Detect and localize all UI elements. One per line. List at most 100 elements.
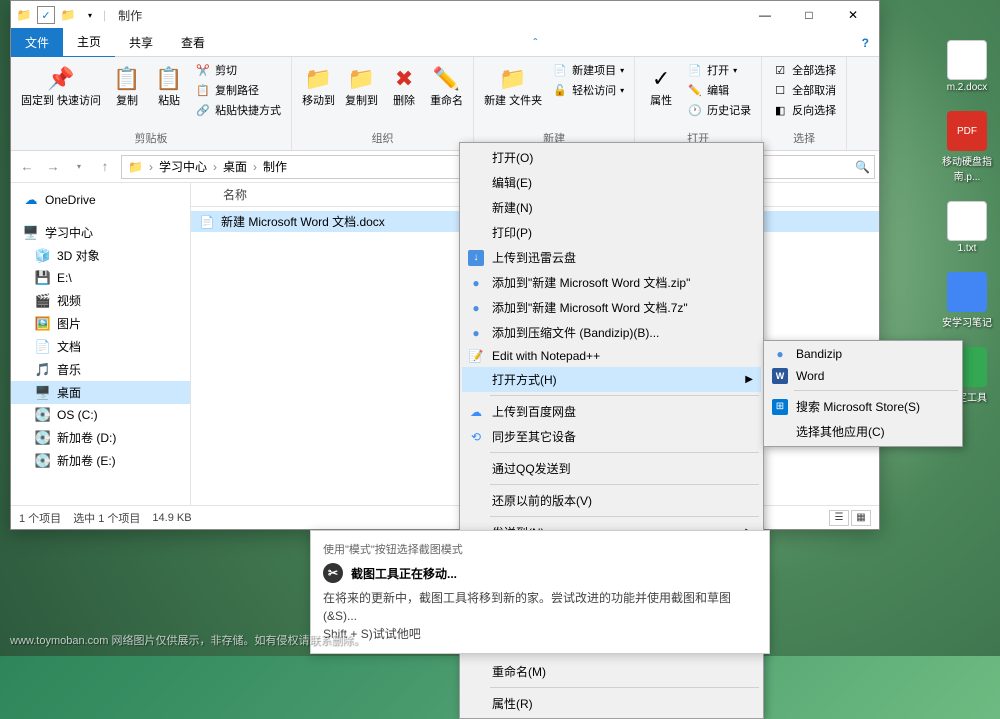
- close-button[interactable]: ✕: [831, 1, 875, 29]
- paste-button[interactable]: 📋粘贴: [151, 61, 187, 110]
- nav-documents[interactable]: 📄文档: [11, 335, 190, 358]
- ribbon-group-select: ☑全部选择 ☐全部取消 ◧反向选择 选择: [762, 57, 847, 150]
- invert-selection-button[interactable]: ◧反向选择: [770, 101, 838, 119]
- copy-path-button[interactable]: 📋复制路径: [193, 81, 283, 99]
- ctx-rename[interactable]: 重命名(M): [462, 659, 761, 684]
- forward-button[interactable]: →: [41, 155, 65, 179]
- ctx-sync[interactable]: ⟲同步至其它设备: [462, 424, 761, 449]
- bandizip-icon: ●: [468, 300, 484, 316]
- details-view-button[interactable]: ☰: [829, 510, 849, 526]
- ctx-notepadpp[interactable]: 📝Edit with Notepad++: [462, 345, 761, 367]
- ctx-new[interactable]: 新建(N): [462, 195, 761, 220]
- submenu-choose-other[interactable]: 选择其他应用(C): [766, 419, 960, 444]
- new-folder-button[interactable]: 📁新建 文件夹: [482, 61, 544, 110]
- tab-home[interactable]: 主页: [63, 27, 115, 58]
- nav-new-d[interactable]: 💽新加卷 (D:): [11, 426, 190, 449]
- properties-button[interactable]: ✓属性: [643, 61, 679, 110]
- nav-music[interactable]: 🎵音乐: [11, 358, 190, 381]
- ctx-edit[interactable]: 编辑(E): [462, 170, 761, 195]
- separator: [490, 452, 759, 453]
- ctx-qq[interactable]: 通过QQ发送到: [462, 456, 761, 481]
- separator: [490, 395, 759, 396]
- nav-desktop[interactable]: 🖥️桌面: [11, 381, 190, 404]
- nav-study-center[interactable]: 🖥️学习中心: [11, 221, 190, 244]
- delete-button[interactable]: ✖删除: [386, 61, 422, 110]
- paste-shortcut-button[interactable]: 🔗粘贴快捷方式: [193, 101, 283, 119]
- select-none-button[interactable]: ☐全部取消: [770, 81, 838, 99]
- pin-button[interactable]: 📌固定到 快速访问: [19, 61, 103, 110]
- ctx-print[interactable]: 打印(P): [462, 220, 761, 245]
- ctx-bandizip[interactable]: ●添加到压缩文件 (Bandizip)(B)...: [462, 320, 761, 345]
- move-to-button[interactable]: 📁移动到: [300, 61, 337, 110]
- snip-hint: 使用"模式"按钮选择截图模式: [323, 541, 757, 557]
- navigation-pane: ☁OneDrive 🖥️学习中心 🧊3D 对象 💾E:\ 🎬视频 🖼️图片 📄文…: [11, 183, 191, 505]
- group-label-clipboard: 剪贴板: [19, 130, 283, 146]
- easy-access-button[interactable]: 🔓轻松访问▾: [550, 81, 626, 99]
- copy-to-button[interactable]: 📁复制到: [343, 61, 380, 110]
- chevron-icon[interactable]: ›: [211, 160, 219, 174]
- ctx-properties[interactable]: 属性(R): [462, 691, 761, 716]
- selected-count: 选中 1 个项目: [73, 510, 140, 526]
- back-button[interactable]: ←: [15, 155, 39, 179]
- qat-folder[interactable]: 📁: [59, 6, 77, 24]
- snipping-tool-notification: 使用"模式"按钮选择截图模式 ✂截图工具正在移动... 在将来的更新中，截图工具…: [310, 530, 770, 654]
- ctx-add-7z[interactable]: ●添加到"新建 Microsoft Word 文档.7z": [462, 295, 761, 320]
- ctx-add-zip[interactable]: ●添加到"新建 Microsoft Word 文档.zip": [462, 270, 761, 295]
- submenu-word[interactable]: WWord: [766, 365, 960, 387]
- breadcrumb-item[interactable]: 学习中心: [157, 158, 209, 175]
- nav-e-drive[interactable]: 💾E:\: [11, 267, 190, 289]
- qat-checkbox[interactable]: ✓: [37, 6, 55, 24]
- ctx-open-with[interactable]: 打开方式(H)▶: [462, 367, 761, 392]
- help-button[interactable]: ?: [852, 36, 879, 50]
- breadcrumb-item[interactable]: 制作: [261, 158, 289, 175]
- group-label-select: 选择: [770, 130, 838, 146]
- icons-view-button[interactable]: ▦: [851, 510, 871, 526]
- open-button[interactable]: 📄打开▾: [685, 61, 753, 79]
- submenu-ms-store[interactable]: ⊞搜索 Microsoft Store(S): [766, 394, 960, 419]
- tab-view[interactable]: 查看: [167, 28, 219, 57]
- breadcrumb-item[interactable]: 桌面: [221, 158, 249, 175]
- desktop-file-pdf[interactable]: PDF移动硬盘指南.p...: [942, 111, 992, 183]
- ribbon-group-open: ✓属性 📄打开▾ ✏️编辑 🕐历史记录 打开: [635, 57, 762, 150]
- chevron-icon[interactable]: ›: [147, 160, 155, 174]
- nav-onedrive[interactable]: ☁OneDrive: [11, 189, 190, 211]
- history-dropdown[interactable]: ▾: [67, 155, 91, 179]
- chevron-icon[interactable]: ›: [251, 160, 259, 174]
- ribbon-collapse[interactable]: ˆ: [523, 36, 547, 50]
- ctx-baidu[interactable]: ☁上传到百度网盘: [462, 399, 761, 424]
- qat-dropdown[interactable]: ▾: [81, 6, 99, 24]
- rename-button[interactable]: ✏️重命名: [428, 61, 465, 110]
- nav-os-c[interactable]: 💽OS (C:): [11, 404, 190, 426]
- snip-title: ✂截图工具正在移动...: [323, 563, 757, 583]
- submenu-bandizip[interactable]: ●Bandizip: [766, 343, 960, 365]
- select-all-button[interactable]: ☑全部选择: [770, 61, 838, 79]
- search-icon: 🔍: [855, 160, 870, 174]
- minimize-button[interactable]: —: [743, 1, 787, 29]
- nav-pictures[interactable]: 🖼️图片: [11, 312, 190, 335]
- column-name: 名称: [215, 186, 255, 203]
- nav-videos[interactable]: 🎬视频: [11, 289, 190, 312]
- copy-button[interactable]: 📋复制: [109, 61, 145, 110]
- ctx-xunlei[interactable]: ↓上传到迅雷云盘: [462, 245, 761, 270]
- ctx-open[interactable]: 打开(O): [462, 145, 761, 170]
- titlebar[interactable]: 📁 ✓ 📁 ▾ | 制作 — □ ✕: [11, 1, 879, 29]
- ctx-restore[interactable]: 还原以前的版本(V): [462, 488, 761, 513]
- maximize-button[interactable]: □: [787, 1, 831, 29]
- desktop-file-doc[interactable]: m.2.docx: [942, 40, 992, 93]
- selected-size: 14.9 KB: [152, 512, 191, 524]
- edit-button[interactable]: ✏️编辑: [685, 81, 753, 99]
- cut-button[interactable]: ✂️剪切: [193, 61, 283, 79]
- history-button[interactable]: 🕐历史记录: [685, 101, 753, 119]
- watermark-text: www.toymoban.com 网络图片仅供展示，非存储。如有侵权请联系删除。: [10, 632, 364, 648]
- tab-file[interactable]: 文件: [11, 28, 63, 57]
- desktop-file-notes[interactable]: 安学习笔记: [942, 272, 992, 329]
- nav-new-e[interactable]: 💽新加卷 (E:): [11, 449, 190, 472]
- up-button[interactable]: ↑: [93, 155, 117, 179]
- notepadpp-icon: 📝: [468, 348, 484, 364]
- ribbon-tabs: 文件 主页 共享 查看 ˆ ?: [11, 29, 879, 57]
- tab-share[interactable]: 共享: [115, 28, 167, 57]
- desktop-file-txt[interactable]: 1.txt: [942, 201, 992, 254]
- nav-3d-objects[interactable]: 🧊3D 对象: [11, 244, 190, 267]
- new-item-button[interactable]: 📄新建项目▾: [550, 61, 626, 79]
- bandizip-icon: ●: [468, 275, 484, 291]
